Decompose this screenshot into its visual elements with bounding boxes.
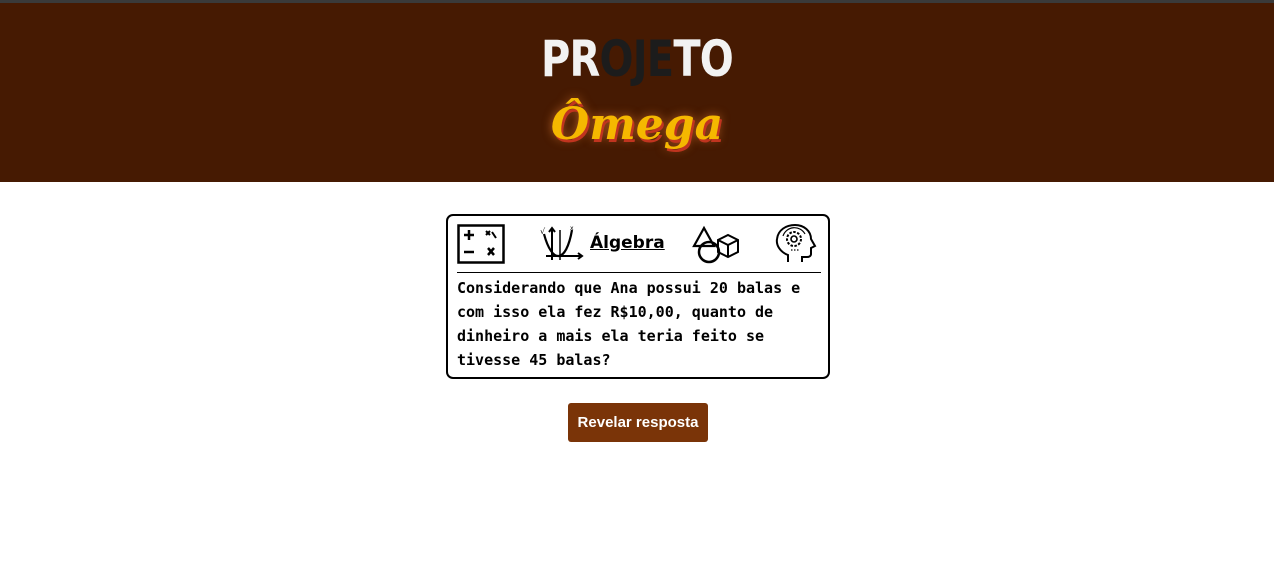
arithmetic-operators-icon[interactable] — [457, 224, 505, 264]
function-graph-icon[interactable]: √ x — [538, 224, 586, 264]
logo-title: PROJETO — [127, 29, 1146, 89]
question-card: √ x Álgebra Considerando que Ana possui … — [446, 214, 830, 379]
reveal-answer-button[interactable]: Revelar resposta — [568, 403, 708, 442]
svg-text:√: √ — [540, 227, 546, 236]
topic-link-algebra[interactable]: Álgebra — [590, 233, 665, 253]
logo-title-part-3: TO — [673, 30, 734, 88]
logo-title-part-1: PR — [540, 30, 600, 88]
svg-text:x: x — [570, 225, 574, 232]
logo-subtitle: Ômega — [550, 99, 724, 150]
site-header: PROJETO Ômega — [0, 3, 1274, 182]
logo-title-part-2: OJE — [599, 30, 675, 88]
question-text: Considerando que Ana possui 20 balas e c… — [457, 279, 801, 369]
head-gear-icon[interactable] — [774, 224, 820, 264]
card-divider — [457, 272, 821, 273]
geometry-shapes-icon[interactable] — [692, 224, 740, 264]
